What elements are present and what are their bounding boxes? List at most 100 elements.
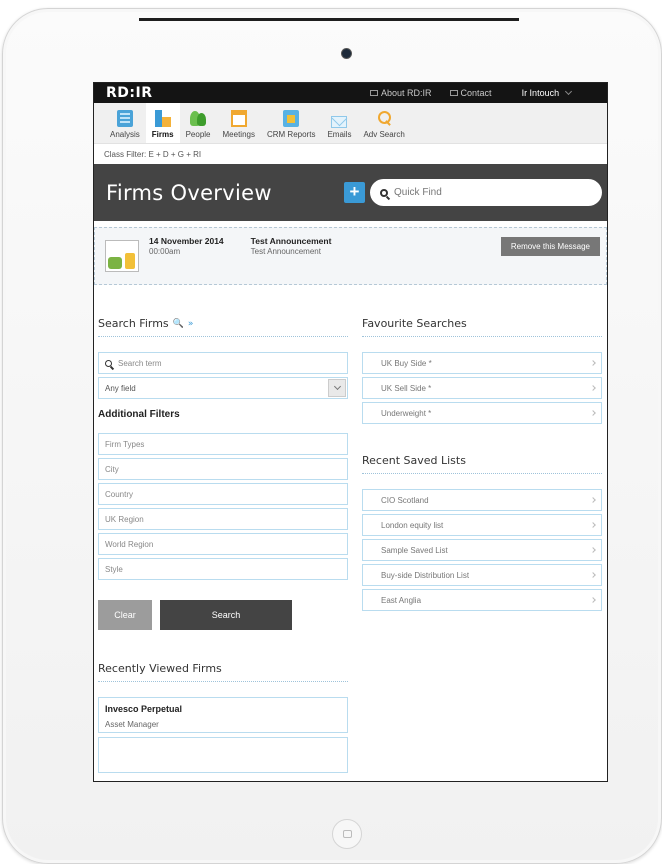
list-item[interactable]: Buy-side Distribution List xyxy=(362,564,602,586)
chevron-right-icon xyxy=(590,547,596,553)
camera-icon xyxy=(342,49,351,58)
filter-city[interactable]: City xyxy=(98,458,348,480)
chevron-right-icon xyxy=(590,597,596,603)
list-item[interactable]: UK Buy Side * xyxy=(362,352,602,374)
expand-icon[interactable]: » xyxy=(188,319,194,329)
list-item[interactable]: UK Sell Side * xyxy=(362,377,602,399)
nav-emails[interactable]: Emails xyxy=(321,103,357,143)
search-term-placeholder: Search term xyxy=(118,358,162,368)
nav-adv-search[interactable]: Adv Search xyxy=(357,103,410,143)
list-item[interactable]: Underweight * xyxy=(362,402,602,424)
filter-world-region[interactable]: World Region xyxy=(98,533,348,555)
announcement-image xyxy=(105,240,139,272)
nav-analysis[interactable]: Analysis xyxy=(104,103,146,143)
chevron-right-icon xyxy=(590,410,596,416)
analysis-icon xyxy=(116,110,133,127)
nav-crm-reports[interactable]: CRM Reports xyxy=(261,103,321,143)
saved-list-label: Buy-side Distribution List xyxy=(381,570,470,580)
quick-find-input[interactable]: Quick Find xyxy=(370,179,602,206)
envelope-icon xyxy=(331,116,348,128)
search-icon xyxy=(376,110,392,127)
filter-firm-types[interactable]: Firm Types xyxy=(98,433,348,455)
list-item[interactable]: London equity list xyxy=(362,514,602,536)
class-filter[interactable]: Class Filter: E + D + G + RI xyxy=(94,144,607,164)
announcement-content: Test Announcement Test Announcement xyxy=(251,236,332,257)
list-item[interactable]: CIO Scotland xyxy=(362,489,602,511)
search-column: Search Firms 🔍 » Search term Any field A… xyxy=(98,317,348,777)
people-icon xyxy=(190,110,207,127)
search-button[interactable]: Search xyxy=(160,600,292,630)
mail-icon xyxy=(449,90,458,96)
nav-label: People xyxy=(185,130,211,139)
search-toggle-icon[interactable]: 🔍 xyxy=(173,319,184,329)
saved-list-label: Sample Saved List xyxy=(381,545,448,555)
home-button[interactable] xyxy=(332,819,362,849)
search-icon xyxy=(105,359,112,367)
main-nav: Analysis Firms People Meetings CRM Repor… xyxy=(94,103,607,144)
list-item[interactable]: Invesco Perpetual Asset Manager xyxy=(98,697,348,733)
saved-list-label: CIO Scotland xyxy=(381,495,429,505)
nav-label: Analysis xyxy=(110,130,140,139)
nav-firms[interactable]: Firms xyxy=(145,103,180,143)
search-term-input[interactable]: Search term xyxy=(98,352,348,374)
user-name: Ir Intouch xyxy=(521,88,560,98)
device-top-edge xyxy=(139,18,519,21)
content-columns: Search Firms 🔍 » Search term Any field A… xyxy=(94,317,607,777)
page-header: Firms Overview + Quick Find xyxy=(94,164,607,221)
filter-uk-region[interactable]: UK Region xyxy=(98,508,348,530)
field-select[interactable]: Any field xyxy=(98,377,348,399)
favourite-searches-heading: Favourite Searches xyxy=(362,317,602,337)
list-item[interactable]: Sample Saved List xyxy=(362,539,602,561)
nav-people[interactable]: People xyxy=(180,103,217,143)
nav-label: CRM Reports xyxy=(266,130,316,139)
clear-button[interactable]: Clear xyxy=(98,600,152,630)
nav-label: Emails xyxy=(327,130,352,139)
add-firm-button[interactable]: + xyxy=(344,182,365,203)
chevron-right-icon xyxy=(590,572,596,578)
favourite-label: UK Buy Side * xyxy=(381,358,432,368)
search-firms-heading: Search Firms 🔍 » xyxy=(98,317,348,337)
saved-list-label: London equity list xyxy=(381,520,444,530)
search-firms-title: Search Firms xyxy=(98,317,169,330)
app-screen: RD:IR About RD:IR Contact Ir Intouch Ana… xyxy=(93,82,608,782)
firms-icon xyxy=(154,110,171,127)
list-item[interactable] xyxy=(98,737,348,773)
calendar-icon xyxy=(230,110,247,127)
announcement-datetime: 14 November 2014 00:00am xyxy=(149,236,224,257)
announcement-body: Test Announcement xyxy=(250,247,321,256)
remove-message-button[interactable]: Remove this Message xyxy=(500,237,600,256)
announcement-date: 14 November 2014 xyxy=(149,236,224,246)
favourite-label: UK Sell Side * xyxy=(381,383,432,393)
announcement-title: Test Announcement xyxy=(250,236,332,246)
nav-label: Firms xyxy=(151,130,174,139)
announcement-time: 00:00am xyxy=(149,247,181,256)
contact-link[interactable]: Contact xyxy=(449,88,492,98)
info-icon xyxy=(370,90,378,96)
search-actions: Clear Search xyxy=(98,600,348,630)
announcement-panel: 14 November 2014 00:00am Test Announceme… xyxy=(94,227,607,285)
field-select-value: Any field xyxy=(105,383,136,393)
favourite-label: Underweight * xyxy=(381,408,432,418)
saved-column: Favourite Searches UK Buy Side * UK Sell… xyxy=(362,317,602,777)
contact-label: Contact xyxy=(460,88,492,98)
app-logo[interactable]: RD:IR xyxy=(94,85,344,101)
crm-reports-icon xyxy=(283,110,300,127)
chevron-right-icon xyxy=(590,385,596,391)
saved-lists-heading: Recent Saved Lists xyxy=(362,454,602,474)
firm-type: Asset Manager xyxy=(105,720,159,729)
nav-label: Meetings xyxy=(222,130,255,139)
filter-style[interactable]: Style xyxy=(98,558,348,580)
nav-meetings[interactable]: Meetings xyxy=(217,103,261,143)
chevron-right-icon xyxy=(590,522,596,528)
top-bar: RD:IR About RD:IR Contact Ir Intouch xyxy=(94,83,607,103)
list-item[interactable]: East Anglia xyxy=(362,589,602,611)
filter-country[interactable]: Country xyxy=(98,483,348,505)
saved-list-label: East Anglia xyxy=(381,595,422,605)
page-title: Firms Overview xyxy=(106,180,272,205)
chevron-down-icon xyxy=(565,87,573,96)
home-square-icon xyxy=(343,830,352,838)
about-link[interactable]: About RD:IR xyxy=(370,88,432,98)
user-menu[interactable]: Ir Intouch xyxy=(521,87,573,98)
recently-viewed-heading: Recently Viewed Firms xyxy=(98,662,348,682)
search-icon xyxy=(380,188,388,197)
